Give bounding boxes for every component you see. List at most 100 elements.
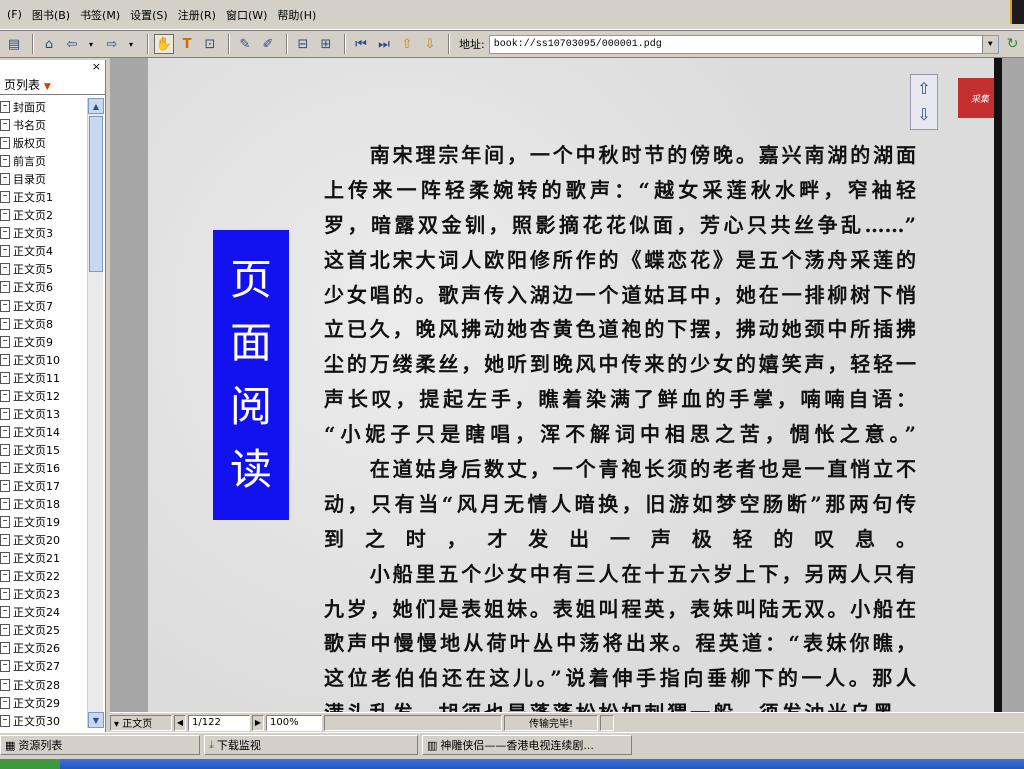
banner-char: 页 xyxy=(229,255,272,305)
region-select-icon[interactable]: ⊡ xyxy=(200,34,220,54)
page-list-title[interactable]: 页列表 ▼ xyxy=(4,76,51,93)
page-doc-icon xyxy=(0,191,10,204)
page-list-item[interactable]: 目录页 xyxy=(0,170,88,188)
scroll-down-icon[interactable]: ▼ xyxy=(88,712,104,728)
page-doc-icon xyxy=(0,119,10,132)
page-list-item[interactable]: 正文页14 xyxy=(0,423,88,441)
page-list-item[interactable]: 正文页9 xyxy=(0,333,88,351)
fit-page-icon[interactable]: ⊞ xyxy=(316,34,336,54)
book-page: 页 面 阅 读 南宋理宗年间，一个中秋时节的傍晚。嘉兴南湖的湖面 上传来一阵轻柔婉… xyxy=(148,58,1002,725)
page-number-input[interactable]: 1/122 xyxy=(188,714,250,731)
page-doc-icon xyxy=(0,173,10,186)
page-list-item[interactable]: 正文页24 xyxy=(0,603,88,621)
page-list-item[interactable]: 正文页26 xyxy=(0,639,88,657)
prev-page-arrow-icon[interactable]: ⇧ xyxy=(911,75,937,101)
page-list-item[interactable]: 正文页10 xyxy=(0,351,88,369)
back-icon[interactable]: ⇦ xyxy=(62,34,82,54)
page-list-item[interactable]: 正文页13 xyxy=(0,405,88,423)
page-list-item[interactable]: 正文页4 xyxy=(0,242,88,260)
page-list-item[interactable]: 正文页19 xyxy=(0,513,88,531)
page-list-item-label: 正文页27 xyxy=(13,660,60,674)
text-tool-icon[interactable]: T xyxy=(177,34,197,54)
back-dropdown-icon[interactable]: ▾ xyxy=(85,34,97,54)
menu-bookmark[interactable]: 书签(M) xyxy=(75,7,125,23)
page-list-item[interactable]: 正文页11 xyxy=(0,369,88,387)
page-list-item[interactable]: 正文页28 xyxy=(0,676,88,694)
page-list-item[interactable]: 正文页18 xyxy=(0,495,88,513)
page-list-panel: × 页列表 ▼ 封面页 书名页 版权页 前言页 目录页 正文页1 正文页2 正文页3 正文页4 正… xyxy=(0,60,106,732)
page-list-item[interactable]: 正文页1 xyxy=(0,188,88,206)
next-page-button[interactable]: ▶ xyxy=(252,714,264,731)
page-list-item[interactable]: 正文页2 xyxy=(0,206,88,224)
task-label: 神雕侠侣——香港电视连续剧... xyxy=(440,739,594,752)
task-resource-list[interactable]: ▦ 资源列表 xyxy=(0,735,200,755)
chevron-down-icon: ▼ xyxy=(43,82,51,92)
page-list-item[interactable]: 正文页12 xyxy=(0,387,88,405)
page-doc-icon xyxy=(0,425,10,438)
banner-char: 读 xyxy=(229,444,272,494)
page-list-item-label: 正文页1 xyxy=(13,191,53,205)
last-page-icon[interactable]: ⏭ xyxy=(374,34,394,54)
page-list-item[interactable]: 正文页3 xyxy=(0,224,88,242)
page-list-item[interactable]: 正文页27 xyxy=(0,657,88,675)
forward-dropdown-icon[interactable]: ▾ xyxy=(125,34,137,54)
page-doc-icon xyxy=(0,660,10,673)
hand-tool-icon[interactable]: ✋ xyxy=(154,34,174,54)
page-list-item[interactable]: 前言页 xyxy=(0,152,88,170)
close-icon[interactable]: × xyxy=(92,60,101,73)
highlighter-icon[interactable]: ✐ xyxy=(258,34,278,54)
menu-help[interactable]: 帮助(H) xyxy=(272,7,321,23)
page-list-item[interactable]: 正文页22 xyxy=(0,567,88,585)
page-list-item[interactable]: 书名页 xyxy=(0,116,88,134)
page-down-icon[interactable]: ⇩ xyxy=(420,34,440,54)
prev-page-button[interactable]: ◀ xyxy=(174,714,186,731)
address-dropdown-icon[interactable]: ▼ xyxy=(981,35,998,53)
page-list-item[interactable]: 正文页17 xyxy=(0,477,88,495)
page-list-item[interactable]: 正文页16 xyxy=(0,459,88,477)
task-book-window[interactable]: ▥ 神雕侠侣——香港电视连续剧... xyxy=(422,735,632,755)
menu-register[interactable]: 注册(R) xyxy=(173,7,221,23)
page-list-item[interactable]: 正文页20 xyxy=(0,531,88,549)
page-list-item[interactable]: 正文页25 xyxy=(0,621,88,639)
menu-book[interactable]: 图书(B) xyxy=(27,7,75,23)
page-list-scrollbar[interactable]: ▲ ▼ xyxy=(87,98,104,728)
menu-window[interactable]: 窗口(W) xyxy=(221,7,272,23)
scrollbar-thumb[interactable] xyxy=(89,116,103,272)
first-page-icon[interactable]: ⏮ xyxy=(351,34,371,54)
page-list-item-label: 正文页24 xyxy=(13,606,60,620)
resource-list-icon: ▦ xyxy=(5,738,16,752)
page-list-item-label: 正文页17 xyxy=(13,480,60,493)
refresh-icon[interactable]: ↻ xyxy=(1007,36,1019,52)
text-line: 南宋理宗年间，一个中秋时节的傍晚。嘉兴南湖的湖面 xyxy=(324,143,916,167)
page-list-item[interactable]: 正文页7 xyxy=(0,297,88,315)
page-list-item[interactable]: 封面页 xyxy=(0,98,88,116)
page-up-icon[interactable]: ⇧ xyxy=(397,34,417,54)
page-doc-icon xyxy=(0,678,10,691)
next-page-arrow-icon[interactable]: ⇩ xyxy=(911,101,937,127)
annotate-icon[interactable]: ✎ xyxy=(235,34,255,54)
zoom-select[interactable]: 100% xyxy=(266,714,322,731)
page-list-item[interactable]: 正文页23 xyxy=(0,585,88,603)
page-list-item[interactable]: 正文页30 xyxy=(0,712,88,730)
page-doc-icon xyxy=(0,498,10,511)
scroll-up-icon[interactable]: ▲ xyxy=(88,98,104,114)
page-list-item[interactable]: 正文页29 xyxy=(0,694,88,712)
menu-file[interactable]: (F) xyxy=(2,8,27,21)
home-icon[interactable]: ⌂ xyxy=(39,34,59,54)
menu-settings[interactable]: 设置(S) xyxy=(125,7,173,23)
document-viewer[interactable]: 页 面 阅 读 南宋理宗年间，一个中秋时节的傍晚。嘉兴南湖的湖面 上传来一阵轻柔婉… xyxy=(110,58,1024,725)
fit-width-icon[interactable]: ⊟ xyxy=(293,34,313,54)
text-line: “小妮子只是瞎唱，浑不解词中相思之苦，惆怅之意。” xyxy=(324,422,916,447)
forward-icon[interactable]: ⇨ xyxy=(102,34,122,54)
panel-toggle-icon[interactable]: ▤ xyxy=(4,34,24,54)
page-list-item[interactable]: 正文页8 xyxy=(0,315,88,333)
page-list-item-label: 正文页22 xyxy=(13,570,60,584)
task-download-monitor[interactable]: ⤓ 下载监视 xyxy=(204,735,418,755)
page-list-item[interactable]: 正文页5 xyxy=(0,260,88,278)
page-list-item[interactable]: 正文页6 xyxy=(0,278,88,296)
view-mode-select[interactable]: ▾ 正文页 xyxy=(110,714,172,731)
page-list-item[interactable]: 版权页 xyxy=(0,134,88,152)
address-input[interactable]: book://ss10703095/000001.pdg ▼ xyxy=(488,34,999,54)
page-list-item[interactable]: 正文页21 xyxy=(0,549,88,567)
page-list-item[interactable]: 正文页15 xyxy=(0,441,88,459)
